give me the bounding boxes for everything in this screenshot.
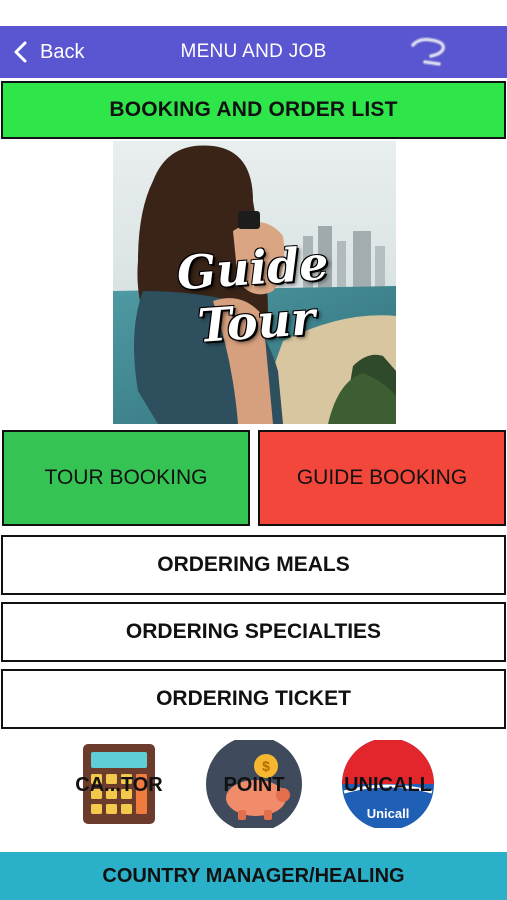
chevron-left-icon [14,41,27,63]
svg-text:$: $ [262,758,270,774]
ordering-ticket-button[interactable]: ORDERING TICKET [1,669,506,729]
ordering-specialties-button[interactable]: ORDERING SPECIALTIES [1,602,506,662]
point-label: POINT [223,774,285,796]
point-button[interactable]: $ POINT [204,740,304,828]
country-manager-button[interactable]: COUNTRY MANAGER/HEALING [0,852,507,900]
back-label: Back [40,40,85,63]
nav-bar: Back MENU AND JOB [0,26,507,78]
unicall-button[interactable]: UNICALL Unicall [338,740,438,828]
question-icon [410,37,446,67]
help-button[interactable] [405,36,457,70]
guide-booking-button[interactable]: GUIDE BOOKING [258,430,506,526]
unicall-logo-text: Unicall [366,806,410,821]
calculator-label: CA...TOR [75,774,163,796]
ordering-meals-button[interactable]: ORDERING MEALS [1,535,506,595]
status-bar [0,0,507,26]
unicall-label: UNICALL [344,774,432,796]
tour-booking-button[interactable]: TOUR BOOKING [2,430,250,526]
hero-title: Guide Tour [175,235,331,353]
booking-order-list-button[interactable]: BOOKING AND ORDER LIST [1,81,506,139]
guide-tour-banner: Guide Tour [113,141,396,424]
back-button[interactable]: Back [12,26,84,78]
calculator-button[interactable]: CA...TOR [69,740,169,828]
